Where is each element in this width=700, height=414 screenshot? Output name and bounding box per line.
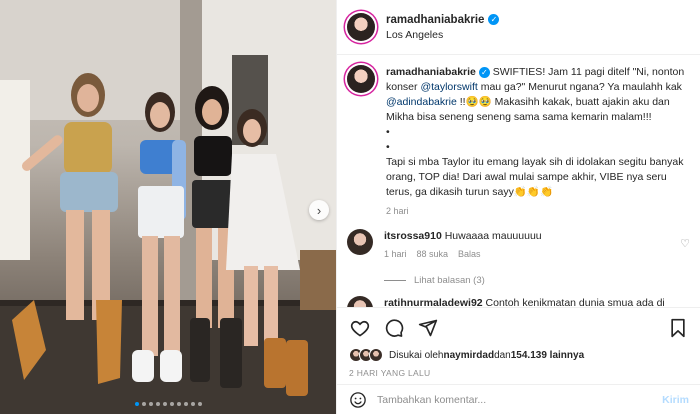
carousel-dot bbox=[155, 402, 160, 406]
caption-author-avatar[interactable] bbox=[347, 65, 375, 93]
post-header: ramadhaniabakrie ✓ Los Angeles bbox=[337, 0, 700, 55]
action-bar: Disukai oleh naymirdad dan 154.139 lainn… bbox=[337, 307, 700, 378]
likes-summary[interactable]: Disukai oleh naymirdad dan 154.139 lainn… bbox=[349, 348, 689, 362]
carousel-dot bbox=[134, 402, 139, 406]
reply-button[interactable]: Balas bbox=[458, 247, 481, 261]
carousel-dot bbox=[148, 402, 153, 406]
bookmark-icon[interactable] bbox=[667, 317, 689, 339]
carousel-dot bbox=[162, 402, 167, 406]
mention-link-taylorswift[interactable]: @taylorswift bbox=[420, 81, 477, 93]
caption-text-2: mau ga?" Menurut ngana? Ya maulahh kak bbox=[477, 81, 682, 93]
carousel-dot bbox=[141, 402, 146, 406]
comment-item: ratihnurmaladewi92 Contoh kenikmatan dun… bbox=[337, 296, 700, 307]
caption-bullet: • bbox=[386, 126, 390, 138]
post-sidebar: ramadhaniabakrie ✓ Los Angeles ramadhani… bbox=[336, 0, 700, 414]
comment-likes[interactable]: 88 suka bbox=[417, 247, 449, 261]
comment-thread[interactable]: ramadhaniabakrie ✓ SWIFTIES! Jam 11 pagi… bbox=[337, 56, 700, 307]
likes-count[interactable]: 154.139 lainnya bbox=[511, 350, 584, 361]
view-replies-label: Lihat balasan (3) bbox=[414, 275, 485, 286]
post-location[interactable]: Los Angeles bbox=[386, 29, 499, 41]
comment-like-heart-icon[interactable]: ♡ bbox=[680, 237, 690, 250]
comment-age: 1 hari bbox=[384, 249, 407, 259]
carousel-indicator bbox=[0, 402, 336, 406]
author-avatar[interactable] bbox=[347, 13, 375, 41]
comment-text: Huwaaaa mauuuuuu bbox=[441, 230, 542, 242]
caption-author-username[interactable]: ramadhaniabakrie bbox=[386, 66, 476, 78]
next-photo-button[interactable]: › bbox=[309, 200, 329, 220]
commenter-avatar[interactable] bbox=[347, 296, 373, 307]
caption-age: 2 hari bbox=[386, 206, 409, 216]
likes-prefix: Disukai oleh bbox=[389, 349, 444, 361]
post-comment-button[interactable]: Kirim bbox=[662, 394, 689, 406]
view-replies-button[interactable]: Lihat balasan (3) bbox=[384, 275, 700, 286]
verified-badge-icon: ✓ bbox=[478, 67, 490, 78]
post-caption: ramadhaniabakrie ✓ SWIFTIES! Jam 11 pagi… bbox=[337, 56, 700, 219]
comment-composer: Kirim bbox=[337, 384, 700, 414]
replies-divider bbox=[384, 280, 406, 281]
post-date: 2 HARI YANG LALU bbox=[349, 368, 431, 378]
share-icon[interactable] bbox=[417, 317, 439, 339]
likes-middle: dan bbox=[494, 349, 511, 361]
carousel-dot bbox=[183, 402, 188, 406]
liker-username[interactable]: naymirdad bbox=[443, 350, 494, 361]
comment-text: Contoh kenikmatan dunia smua ada di bbox=[482, 297, 665, 307]
commenter-avatar[interactable] bbox=[347, 229, 373, 255]
commenter-username[interactable]: ratihnurmaladewi92 bbox=[384, 297, 483, 307]
comment-input[interactable] bbox=[377, 393, 663, 406]
comment-item: itsrossa910 Huwaaaa mauuuuuu 1 hari 88 s… bbox=[337, 229, 700, 261]
carousel-dot bbox=[169, 402, 174, 406]
heart-outline-icon[interactable] bbox=[349, 317, 371, 339]
carousel-dot bbox=[176, 402, 181, 406]
comment-icon[interactable] bbox=[383, 317, 405, 339]
post-photo[interactable]: › bbox=[0, 0, 336, 414]
emoji-icon[interactable] bbox=[349, 391, 367, 409]
liker-avatars bbox=[349, 348, 383, 362]
caption-text-4: Tapi si mba Taylor itu emang layak sih d… bbox=[386, 156, 684, 198]
caption-bullet: • bbox=[386, 141, 390, 153]
carousel-dot bbox=[197, 402, 202, 406]
photo-illustration bbox=[0, 0, 336, 414]
post-modal: › ramadhaniabakrie ✓ Los Angeles ramadha… bbox=[0, 0, 700, 414]
verified-badge-icon: ✓ bbox=[488, 14, 500, 25]
author-username[interactable]: ramadhaniabakrie bbox=[386, 14, 484, 26]
commenter-username[interactable]: itsrossa910 bbox=[384, 230, 442, 242]
carousel-dot bbox=[190, 402, 195, 406]
mention-link-adindabakrie[interactable]: @adindabakrie bbox=[386, 96, 457, 108]
